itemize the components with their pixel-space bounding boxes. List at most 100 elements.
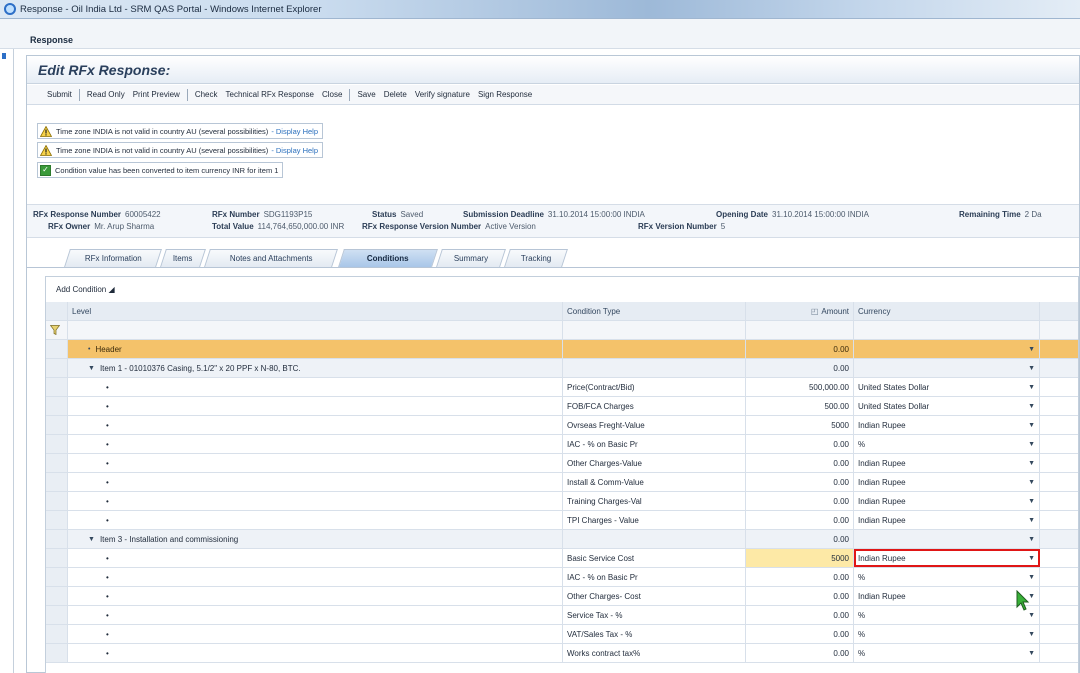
table-row[interactable]: • Training Charges-Val 0.00 Indian Rupee ▼ — [46, 492, 1078, 511]
tab-summary[interactable]: Summary — [436, 249, 506, 267]
collapse-triangle-icon[interactable]: ▼ — [88, 365, 95, 372]
currency-dropdown[interactable]: Indian Rupee ▼ — [854, 454, 1040, 472]
dropdown-arrow-icon[interactable]: ▼ — [1028, 650, 1035, 657]
tab-notes-and-attachments[interactable]: Notes and Attachments — [204, 249, 338, 267]
currency-dropdown[interactable]: % ▼ — [854, 435, 1040, 453]
row-selector[interactable] — [46, 492, 68, 510]
read-only-button[interactable]: Read Only — [83, 90, 129, 99]
amount-cell[interactable]: 0.00 — [746, 625, 854, 643]
amount-cell[interactable]: 500,000.00 — [746, 378, 854, 396]
sign-response-button[interactable]: Sign Response — [474, 90, 536, 99]
amount-cell[interactable]: 0.00 — [746, 587, 854, 605]
row-selector[interactable] — [46, 606, 68, 624]
tab-tracking[interactable]: Tracking — [504, 249, 568, 267]
dropdown-arrow-icon[interactable]: ▼ — [1028, 403, 1035, 410]
filter-cell[interactable] — [46, 321, 68, 339]
table-row[interactable]: • Header 0.00 ▼ — [46, 340, 1078, 359]
table-row[interactable]: • TPI Charges - Value 0.00 Indian Rupee ▼ — [46, 511, 1078, 530]
row-selector[interactable] — [46, 644, 68, 662]
select-all-cell[interactable] — [46, 302, 68, 320]
dropdown-arrow-icon[interactable]: ▼ — [1028, 555, 1035, 562]
verify-signature-button[interactable]: Verify signature — [411, 90, 474, 99]
row-selector[interactable] — [46, 473, 68, 491]
currency-dropdown[interactable]: Indian Rupee ▼ — [854, 416, 1040, 434]
table-row[interactable]: • Install & Comm-Value 0.00 Indian Rupee ▼ — [46, 473, 1078, 492]
table-row[interactable]: • IAC - % on Basic Pr 0.00% ▼ — [46, 435, 1078, 454]
amount-cell[interactable]: 0.00 — [746, 454, 854, 472]
amount-cell[interactable]: 0.00 — [746, 568, 854, 586]
table-row[interactable]: • Other Charges-Value 0.00 Indian Rupee ▼ — [46, 454, 1078, 473]
dropdown-arrow-icon[interactable]: ▼ — [1028, 346, 1035, 353]
table-row[interactable]: ▼ Item 3 - Installation and commissioning… — [46, 530, 1078, 549]
technical-rfx-response-button[interactable]: Technical RFx Response — [222, 90, 318, 99]
amount-cell[interactable]: 0.00 — [746, 435, 854, 453]
column-header-currency[interactable]: Currency — [854, 302, 1040, 320]
filter-icon[interactable] — [50, 325, 60, 335]
dropdown-arrow-icon[interactable]: ▼ — [1028, 612, 1035, 619]
dropdown-arrow-icon[interactable]: ▼ — [1028, 479, 1035, 486]
column-header-condition-type[interactable]: Condition Type — [563, 302, 746, 320]
currency-dropdown[interactable]: ▼ — [854, 530, 1040, 548]
dropdown-arrow-icon[interactable]: ▼ — [1028, 422, 1035, 429]
currency-dropdown[interactable]: Indian Rupee ▼ — [854, 473, 1040, 491]
dropdown-arrow-icon[interactable]: ▼ — [1028, 441, 1035, 448]
row-selector[interactable] — [46, 454, 68, 472]
row-selector[interactable] — [46, 359, 68, 377]
print-preview-button[interactable]: Print Preview — [129, 90, 184, 99]
amount-cell[interactable]: 0.00 — [746, 644, 854, 662]
row-selector[interactable] — [46, 568, 68, 586]
currency-dropdown[interactable]: United States Dollar ▼ — [854, 397, 1040, 415]
currency-dropdown[interactable]: United States Dollar ▼ — [854, 378, 1040, 396]
dropdown-arrow-icon[interactable]: ▼ — [1028, 384, 1035, 391]
level-cell[interactable]: ▼ Item 3 - Installation and commissioning — [68, 530, 563, 548]
table-row[interactable]: • FOB/FCA Charges 500.00 United States Doll… — [46, 397, 1078, 416]
dropdown-arrow-icon[interactable]: ▼ — [1028, 460, 1035, 467]
dropdown-arrow-icon[interactable]: ▼ — [1028, 365, 1035, 372]
table-row[interactable]: • Ovrseas Freght-Value 5000 Indian Rupee ▼ — [46, 416, 1078, 435]
currency-dropdown[interactable]: % ▼ — [854, 644, 1040, 662]
column-header-level[interactable]: Level — [68, 302, 563, 320]
amount-cell[interactable]: 0.00 — [746, 340, 854, 358]
tab-conditions[interactable]: Conditions — [338, 249, 438, 267]
row-selector[interactable] — [46, 397, 68, 415]
check-button[interactable]: Check — [191, 90, 222, 99]
add-condition-menu[interactable]: Add Condition ◢ — [56, 285, 115, 294]
amount-cell[interactable]: 0.00 — [746, 473, 854, 491]
table-row[interactable]: • Basic Service Cost 5000 Indian Rupee ▼ — [46, 549, 1078, 568]
amount-cell[interactable]: 0.00 — [746, 606, 854, 624]
tab-rfx-information[interactable]: RFx Information — [64, 249, 162, 267]
table-row[interactable]: • Service Tax - % 0.00% ▼ — [46, 606, 1078, 625]
dropdown-arrow-icon[interactable]: ▼ — [1028, 631, 1035, 638]
table-row[interactable]: • Works contract tax% 0.00% ▼ — [46, 644, 1078, 663]
dropdown-arrow-icon[interactable]: ▼ — [1028, 536, 1035, 543]
table-row[interactable]: • Other Charges- Cost 0.00 Indian Rupee ▼ — [46, 587, 1078, 606]
currency-dropdown[interactable]: Indian Rupee ▼ — [854, 511, 1040, 529]
dropdown-arrow-icon[interactable]: ▼ — [1028, 517, 1035, 524]
row-selector[interactable] — [46, 587, 68, 605]
save-button[interactable]: Save — [353, 90, 379, 99]
amount-cell[interactable]: 500.00 — [746, 397, 854, 415]
amount-cell[interactable]: 5000 — [746, 416, 854, 434]
delete-button[interactable]: Delete — [380, 90, 411, 99]
row-selector[interactable] — [46, 416, 68, 434]
currency-dropdown[interactable]: ▼ — [854, 359, 1040, 377]
amount-cell[interactable]: 0.00 — [746, 492, 854, 510]
row-selector[interactable] — [46, 530, 68, 548]
dropdown-arrow-icon[interactable]: ▼ — [1028, 498, 1035, 505]
currency-dropdown[interactable]: Indian Rupee ▼ — [854, 587, 1040, 605]
currency-dropdown[interactable]: Indian Rupee ▼ — [854, 492, 1040, 510]
table-row[interactable]: • Price(Contract/Bid) 500,000.00 United Sta… — [46, 378, 1078, 397]
collapse-triangle-icon[interactable]: ▼ — [88, 536, 95, 543]
currency-dropdown[interactable]: % ▼ — [854, 625, 1040, 643]
column-header-amount[interactable]: ◰ Amount — [746, 302, 854, 320]
row-selector[interactable] — [46, 340, 68, 358]
dropdown-arrow-icon[interactable]: ▼ — [1028, 574, 1035, 581]
amount-cell[interactable]: 0.00 — [746, 359, 854, 377]
row-selector[interactable] — [46, 378, 68, 396]
table-row[interactable]: • VAT/Sales Tax - % 0.00% ▼ — [46, 625, 1078, 644]
row-selector[interactable] — [46, 435, 68, 453]
display-help-link[interactable]: - Display Help — [271, 146, 318, 155]
table-row[interactable]: • IAC - % on Basic Pr 0.00% ▼ — [46, 568, 1078, 587]
level-cell[interactable]: ▼ Item 1 - 01010376 Casing, 5.1/2" x 20 P… — [68, 359, 563, 377]
currency-dropdown[interactable]: Indian Rupee ▼ — [854, 549, 1040, 567]
